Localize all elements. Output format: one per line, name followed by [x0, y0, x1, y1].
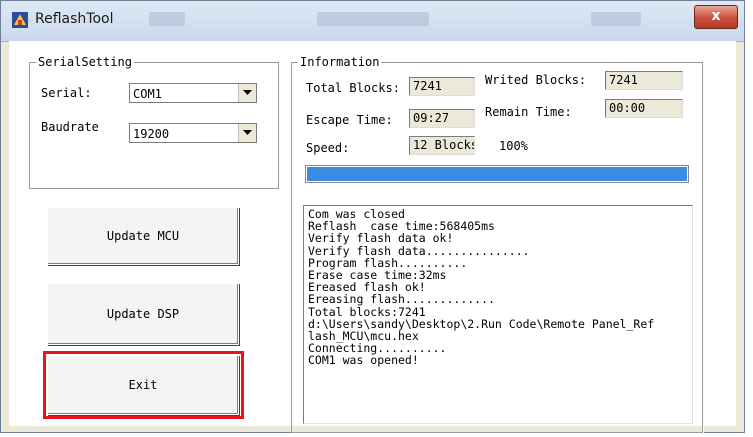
escape-time-field: 09:27 [409, 109, 475, 128]
baudrate-select[interactable]: 19200 [129, 123, 257, 143]
background-blur [317, 12, 429, 26]
baudrate-label: Baudrate [41, 120, 99, 134]
update-dsp-button[interactable]: Update DSP [47, 283, 239, 345]
exit-highlight-box [43, 351, 244, 419]
log-line: COM1 was opened! [308, 354, 688, 366]
progress-fill [307, 167, 687, 181]
baudrate-value: 19200 [133, 127, 169, 141]
background-blur [591, 12, 641, 26]
close-icon: x [711, 8, 720, 24]
client-area: SerialSetting Serial: COM1 Baudrate 1920… [9, 41, 736, 426]
title-bar[interactable]: ReflashTool x [1, 1, 744, 42]
window-title: ReflashTool [35, 11, 113, 27]
writed-blocks-field: 7241 [605, 71, 683, 90]
writed-blocks-label: Writed Blocks: [485, 73, 586, 87]
log-line: Verify flash data............... [308, 245, 688, 257]
close-button[interactable]: x [694, 5, 738, 29]
speed-label: Speed: [306, 141, 349, 155]
information-legend: Information [298, 55, 381, 69]
serial-label: Serial: [41, 86, 92, 100]
remain-time-label: Remain Time: [485, 105, 572, 119]
speed-field: 12 Blocks/ [409, 136, 475, 155]
serial-setting-legend: SerialSetting [36, 55, 134, 69]
total-blocks-field: 7241 [409, 77, 475, 96]
log-output[interactable]: Com was closedReflash case time:568405ms… [303, 205, 693, 424]
total-blocks-label: Total Blocks: [306, 81, 400, 95]
background-blur [149, 12, 185, 26]
log-line: Ereasing flash............. [308, 293, 688, 305]
serial-value: COM1 [133, 87, 162, 101]
percent-text: 100% [499, 139, 528, 153]
app-icon [11, 11, 29, 29]
chevron-down-icon[interactable] [238, 124, 256, 142]
reflashtool-window: ReflashTool x SerialSetting Serial: COM1… [0, 0, 745, 433]
remain-time-field: 00:00 [605, 99, 683, 118]
log-line: Verify flash data ok! [308, 232, 688, 244]
progress-bar [305, 165, 689, 183]
serial-select[interactable]: COM1 [129, 83, 257, 103]
log-line: Total blocks:7241 [308, 306, 688, 318]
update-mcu-button[interactable]: Update MCU [47, 207, 239, 265]
escape-time-label: Escape Time: [306, 113, 393, 127]
chevron-down-icon[interactable] [238, 84, 256, 102]
